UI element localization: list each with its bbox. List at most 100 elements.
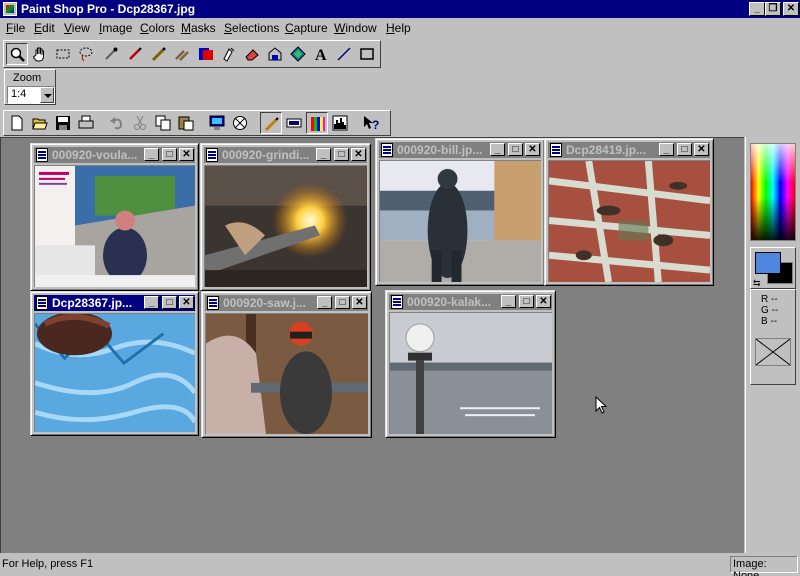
document-window-saw[interactable]: 000920-saw.j... _ □ ✕ [201,291,372,438]
context-help-icon: ? [364,116,379,131]
chevron-down-icon[interactable] [40,87,54,103]
rect-select-tool[interactable] [52,43,74,65]
menu-selections[interactable]: Selections [224,21,279,35]
doc-close-button[interactable]: ✕ [352,296,367,309]
shape-tool[interactable] [356,43,378,65]
document-title-bar[interactable]: 000920-saw.j... _ □ ✕ [205,295,368,311]
doc-maximize-button[interactable]: □ [508,143,523,156]
image-thumbnail-dcp28367 [34,313,195,432]
color-replace-tool[interactable] [195,43,217,65]
paste-button[interactable] [175,112,197,134]
pan-tool[interactable] [29,43,51,65]
retouch-icon [223,47,235,62]
document-window-dcp28367[interactable]: Dcp28367.jp... _ □ ✕ [30,291,199,436]
full-screen-button[interactable] [206,112,228,134]
menu-window[interactable]: Window [334,21,377,35]
doc-close-button[interactable]: ✕ [351,148,366,161]
menu-image[interactable]: Image [99,21,132,35]
document-title-bar[interactable]: 000920-kalak... _ □ ✕ [389,294,552,310]
open-icon [32,118,48,130]
document-window-dcp28419[interactable]: Dcp28419.jp... _ □ ✕ [544,138,714,286]
color-swatches: ⇆ [750,247,796,289]
document-title-bar[interactable]: Dcp28419.jp... _ □ ✕ [548,142,710,158]
document-window-kalak[interactable]: 000920-kalak... _ □ ✕ [385,290,556,438]
browse-icon [233,116,247,130]
close-button[interactable]: ✕ [783,2,799,16]
eraser-tool[interactable] [241,43,263,65]
doc-minimize-button[interactable]: _ [490,143,505,156]
minimize-button[interactable]: _ [749,2,765,16]
flood-fill-tool[interactable] [264,43,286,65]
doc-minimize-button[interactable]: _ [316,148,331,161]
undo-button[interactable] [106,112,128,134]
eyedropper-icon [105,47,118,60]
doc-close-button[interactable]: ✕ [536,295,551,308]
menu-view[interactable]: View [64,21,90,35]
airbrush-tool[interactable] [148,43,170,65]
document-window-bill[interactable]: 000920-bill.jp... _ □ ✕ [375,138,545,286]
lasso-tool[interactable] [75,43,97,65]
doc-minimize-button[interactable]: _ [501,295,516,308]
clone-tool[interactable] [171,43,193,65]
document-title-bar[interactable]: 000920-voula... _ □ ✕ [34,147,195,163]
menu-edit[interactable]: Edit [34,21,55,35]
doc-minimize-button[interactable]: _ [659,143,674,156]
document-title-bar[interactable]: 000920-grindi... _ □ ✕ [204,147,367,163]
doc-minimize-button[interactable]: _ [144,296,159,309]
doc-maximize-button[interactable]: □ [162,148,177,161]
context-help-button[interactable]: ? [360,112,382,134]
print-button[interactable] [75,112,97,134]
doc-maximize-button[interactable]: □ [162,296,177,309]
zoom-tool[interactable] [6,43,28,65]
document-window-grinding[interactable]: 000920-grindi... _ □ ✕ [200,143,371,291]
style-bar-toggle[interactable] [283,112,305,134]
menu-colors[interactable]: Colors [140,21,175,35]
menu-capture[interactable]: Capture [285,21,328,35]
color-palette-toggle[interactable] [306,112,328,134]
document-window-voula[interactable]: 000920-voula... _ □ ✕ [30,143,199,291]
retouch-tool[interactable] [218,43,240,65]
histogram-toggle[interactable] [329,112,351,134]
copy-button[interactable] [152,112,174,134]
document-title-bar[interactable]: 000920-bill.jp... _ □ ✕ [379,142,541,158]
image-thumbnail-grinding [204,165,367,287]
title-bar: Paint Shop Pro - Dcp28367.jpg _ ❐ ✕ [0,0,800,18]
open-button[interactable] [29,112,51,134]
menu-masks[interactable]: Masks [181,21,216,35]
menu-file[interactable]: File [6,21,25,35]
line-tool[interactable] [333,43,355,65]
doc-maximize-button[interactable]: □ [335,296,350,309]
doc-close-button[interactable]: ✕ [179,148,194,161]
document-title-bar[interactable]: Dcp28367.jp... _ □ ✕ [34,295,195,311]
histogram-icon [332,115,348,131]
eyedropper-tool[interactable] [100,43,122,65]
document-name: 000920-grindi... [222,148,310,162]
menu-help[interactable]: Help [386,21,411,35]
restore-button[interactable]: ❐ [765,2,781,16]
shape-icon [360,48,374,60]
new-button[interactable] [6,112,28,134]
paintbrush-tool[interactable] [124,43,146,65]
text-tool[interactable]: A [310,43,332,65]
document-name: 000920-bill.jp... [397,143,483,157]
doc-close-button[interactable]: ✕ [694,143,709,156]
doc-close-button[interactable]: ✕ [525,143,540,156]
doc-close-button[interactable]: ✕ [179,296,194,309]
doc-minimize-button[interactable]: _ [317,296,332,309]
foreground-color-swatch[interactable] [755,252,781,274]
doc-maximize-button[interactable]: □ [519,295,534,308]
app-icon[interactable] [3,2,17,16]
doc-minimize-button[interactable]: _ [144,148,159,161]
browse-button[interactable] [229,112,251,134]
doc-maximize-button[interactable]: □ [677,143,692,156]
new-icon [11,115,23,131]
color-spectrum-picker[interactable] [750,143,796,241]
picture-tube-tool[interactable] [287,43,309,65]
save-button[interactable] [52,112,74,134]
swap-colors-icon[interactable]: ⇆ [753,278,761,289]
color-replace-icon [199,48,213,60]
tool-palette-toggle[interactable] [260,112,282,134]
doc-maximize-button[interactable]: □ [334,148,349,161]
cut-button[interactable] [129,112,151,134]
zoom-select[interactable]: 1:4 [7,86,55,104]
